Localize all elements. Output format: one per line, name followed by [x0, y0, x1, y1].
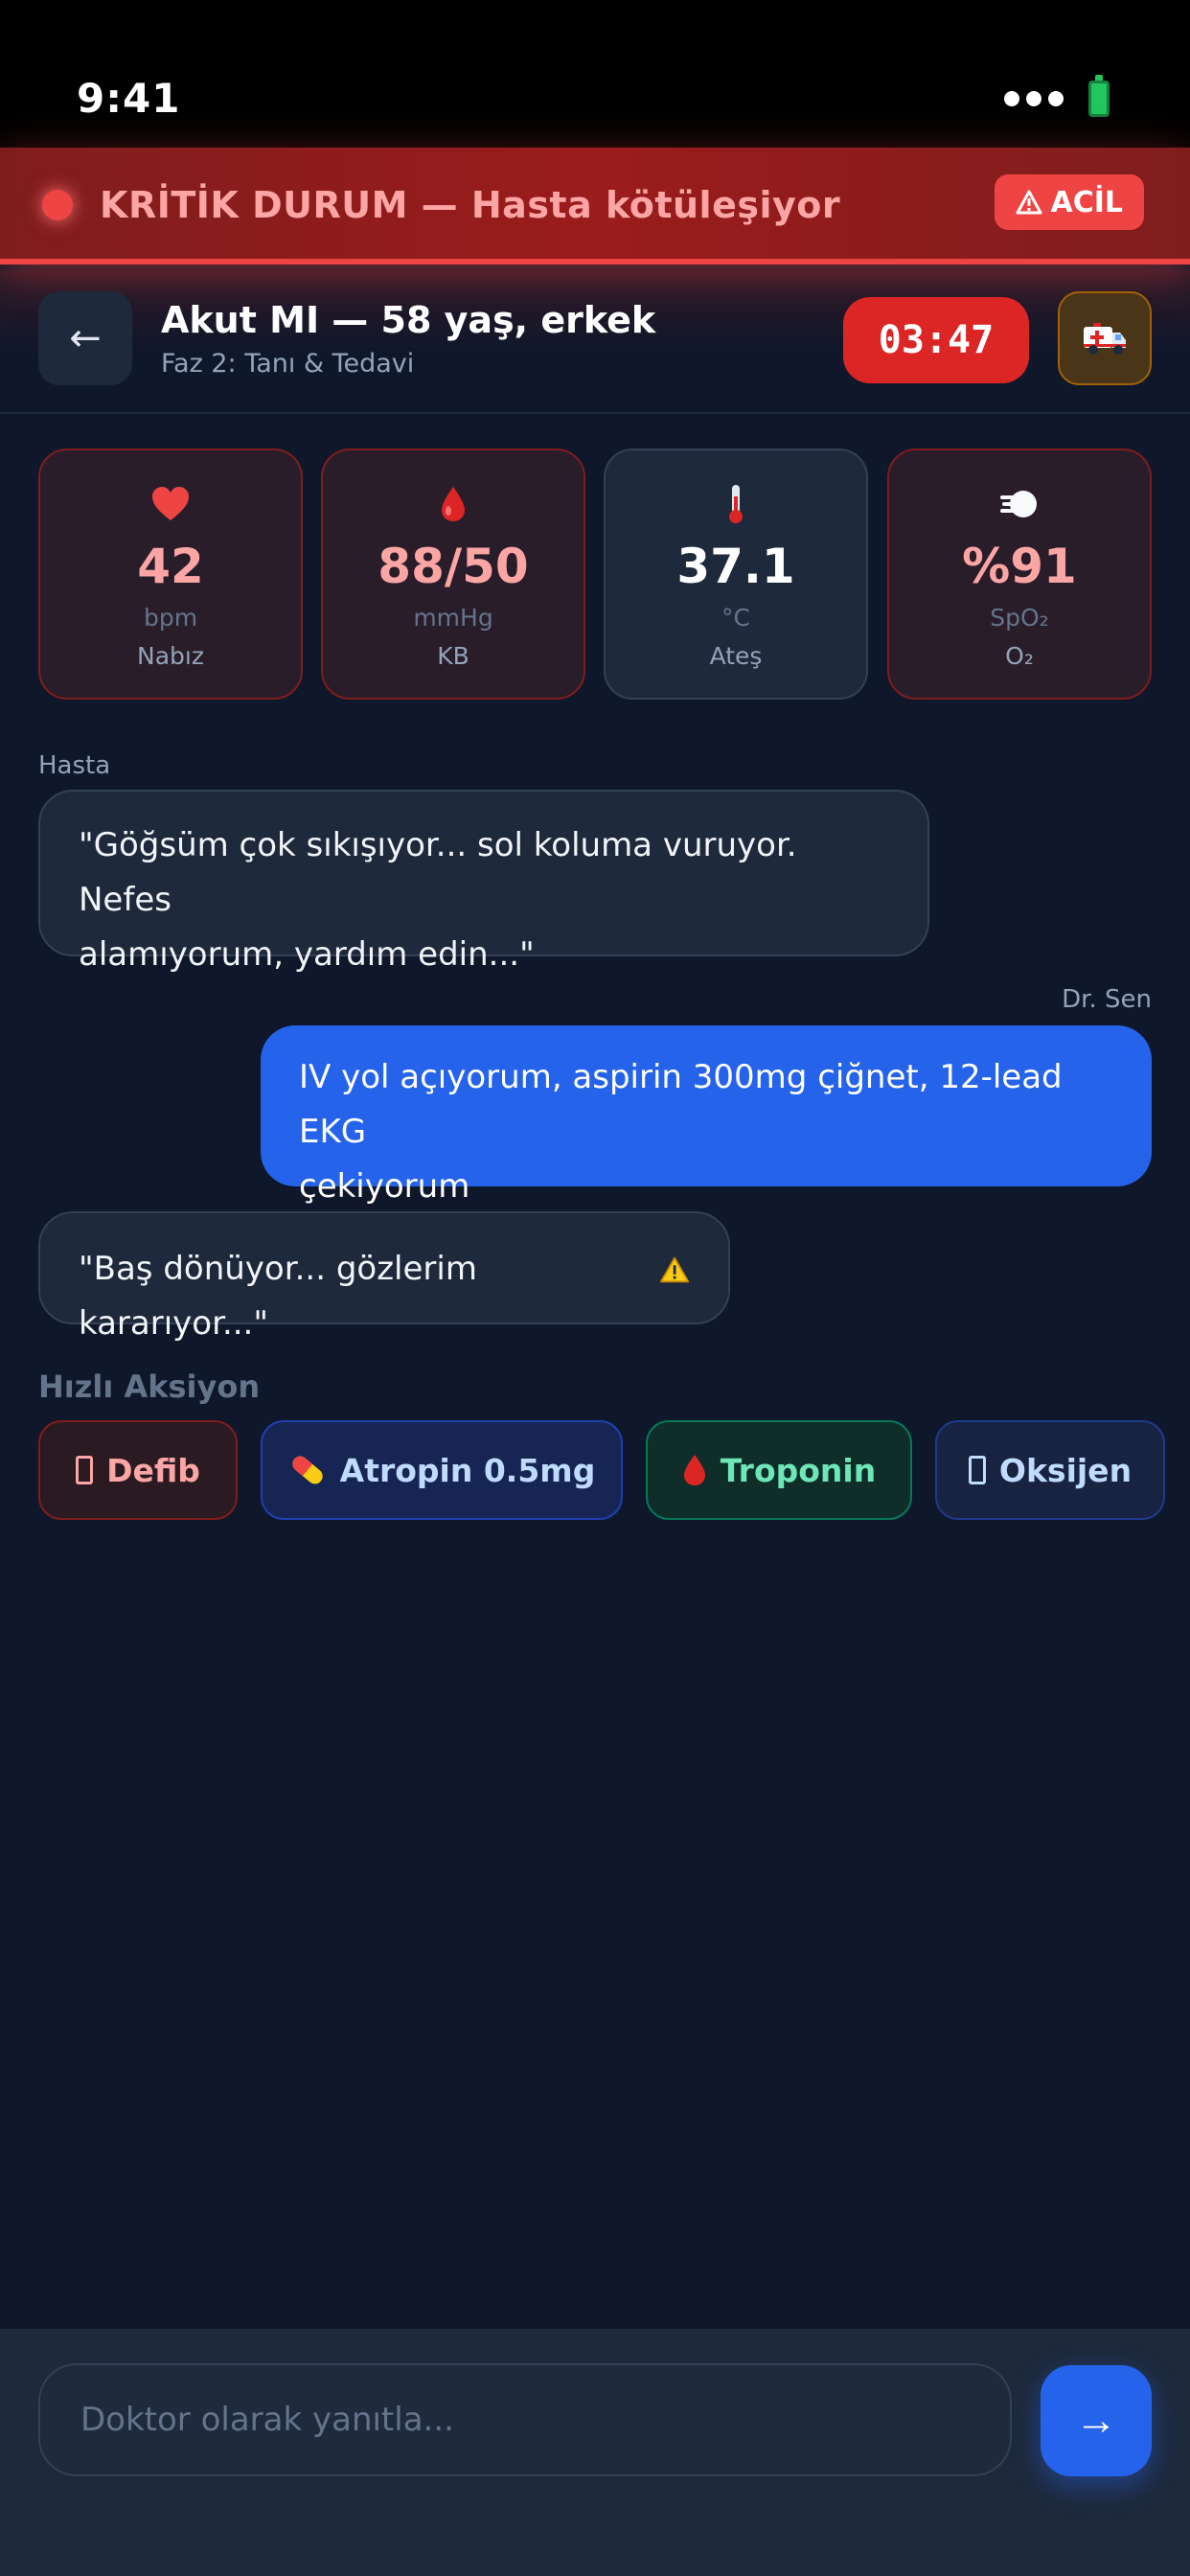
quick-action-oxygen[interactable]: Oksijen: [935, 1420, 1165, 1520]
quick-action-atropine[interactable]: Atropin 0.5mg: [261, 1420, 623, 1520]
wind-icon: [889, 483, 1150, 525]
back-arrow-icon: ←: [69, 316, 102, 360]
back-button[interactable]: ←: [38, 291, 132, 385]
message-line: IV yol açıyorum, aspirin 300mg çiğnet, 1…: [299, 1058, 1063, 1151]
case-header: ← Akut MI — 58 yaş, erkek Faz 2: Tanı & …: [0, 270, 1190, 414]
case-timer: 03:47: [843, 297, 1029, 383]
pill-icon: [292, 1456, 323, 1484]
thermometer-icon: [606, 483, 866, 525]
send-button[interactable]: →: [1041, 2365, 1152, 2476]
patient-message: "Baş dönüyor... gözlerim kararıyor...": [38, 1211, 730, 1343]
vital-value: 42: [137, 539, 204, 594]
vital-card-temperature[interactable]: 37.1 °C Ateş: [604, 448, 868, 700]
case-phase: Faz 2: Tanı & Tedavi: [161, 349, 415, 379]
missing-glyph-icon: [76, 1456, 94, 1484]
vital-value: %91: [962, 539, 1077, 594]
quick-action-label: Atropin 0.5mg: [339, 1451, 596, 1489]
vital-card-heart-rate[interactable]: 42 bpm Nabız: [38, 448, 303, 700]
vital-label: O₂: [1005, 642, 1034, 670]
case-title: Akut MI — 58 yaş, erkek: [161, 299, 656, 341]
quick-action-label: Defib: [106, 1451, 200, 1489]
status-time: 9:41: [77, 75, 181, 122]
app-screen: 9:41 KRİTİK DURUM — Hasta kötüleşiyor AC…: [0, 0, 1190, 2576]
vital-value: 37.1: [676, 539, 795, 594]
ambulance-icon: [1084, 323, 1126, 355]
critical-alert-banner: KRİTİK DURUM — Hasta kötüleşiyor ACİL: [0, 148, 1190, 264]
alert-pulse-icon: [42, 190, 73, 220]
critical-alert-text: KRİTİK DURUM — Hasta kötüleşiyor: [100, 184, 841, 226]
vital-card-blood-pressure[interactable]: 88/50 mmHg KB: [321, 448, 585, 700]
message-line: alamıyorum, yardım edin...": [79, 935, 535, 974]
vital-label: Nabız: [137, 642, 204, 670]
battery-icon: [1088, 75, 1110, 117]
quick-action-label: Troponin: [720, 1451, 877, 1489]
vital-card-spo2[interactable]: %91 SpO₂ O₂: [887, 448, 1152, 700]
message-line: çekiyorum: [299, 1167, 470, 1206]
patient-sender-label: Hasta: [38, 751, 111, 780]
status-bar: 9:41: [0, 0, 1190, 148]
emergency-badge-label: ACİL: [1050, 185, 1123, 219]
vital-unit: mmHg: [413, 604, 493, 632]
vital-label: Ateş: [709, 642, 763, 670]
message-line: "Baş dönüyor... gözlerim kararıyor...": [79, 1250, 477, 1343]
vital-unit: SpO₂: [990, 604, 1049, 632]
warning-icon: [1016, 190, 1042, 215]
vital-unit: bpm: [143, 604, 198, 632]
quick-actions-title: Hızlı Aksiyon: [38, 1368, 261, 1405]
doctor-sender-label: Dr. Sen: [1062, 985, 1152, 1014]
status-icons: [1004, 75, 1110, 117]
message-line: "Göğsüm çok sıkışıyor... sol koluma vuru…: [79, 826, 797, 919]
ambulance-button[interactable]: [1058, 291, 1152, 385]
missing-glyph-icon: [968, 1456, 986, 1484]
vital-value: 88/50: [378, 539, 529, 594]
reply-input[interactable]: [38, 2363, 1012, 2476]
message-composer: →: [0, 2329, 1190, 2576]
blood-drop-icon: [683, 1455, 705, 1485]
quick-action-defib[interactable]: Defib: [38, 1420, 238, 1520]
patient-message: "Göğsüm çok sıkışıyor... sol koluma vuru…: [38, 790, 929, 974]
vital-unit: °C: [721, 604, 750, 632]
doctor-message: IV yol açıyorum, aspirin 300mg çiğnet, 1…: [261, 1025, 1152, 1206]
send-arrow-icon: →: [1075, 2397, 1117, 2444]
vitals-panel: 42 bpm Nabız 88/50 mmHg KB 37.1 °C Ateş …: [38, 448, 1152, 700]
warning-icon: [659, 1256, 690, 1283]
blood-drop-icon: [323, 483, 584, 525]
quick-action-troponin[interactable]: Troponin: [646, 1420, 912, 1520]
vital-label: KB: [437, 642, 469, 670]
heart-icon: [40, 483, 301, 525]
quick-action-label: Oksijen: [998, 1451, 1133, 1489]
emergency-badge[interactable]: ACİL: [995, 174, 1144, 230]
signal-icon: [1004, 91, 1064, 106]
